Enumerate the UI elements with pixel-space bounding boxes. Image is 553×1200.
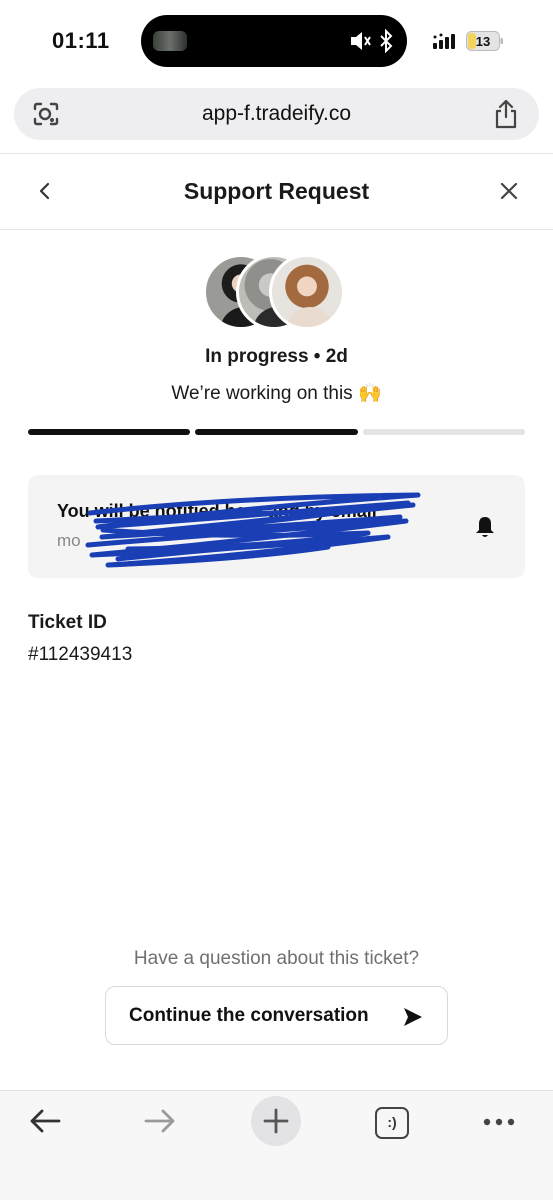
notification-notice: You will be notified here and by email m… [28,475,525,578]
close-icon[interactable] [500,182,518,200]
speaker-muted-icon [351,32,371,50]
avatar [269,254,345,330]
ticket-status-message: We’re working on this 🙌 [171,383,382,404]
plus-icon [263,1108,289,1134]
browser-toolbar: :) [0,1090,553,1200]
bluetooth-icon [380,29,393,53]
new-tab-button[interactable] [251,1096,301,1146]
redaction-scribble [85,492,421,568]
status-bar: 01:11 13 [0,0,553,86]
dynamic-island [141,15,407,67]
forward-arrow-icon[interactable] [143,1107,177,1135]
share-icon[interactable] [493,99,519,129]
continue-conversation-button[interactable]: Continue the conversation [105,986,448,1045]
more-icon[interactable] [482,1117,516,1127]
continue-conversation-label: Continue the conversation [129,1005,369,1026]
progress-segment-complete [195,429,358,435]
ticket-id-value: #112439413 [28,644,133,665]
page-title: Support Request [183,178,370,204]
page-header: Support Request [0,154,553,230]
battery-level: 13 [476,34,490,49]
ticket-status: In progress • 2d [205,346,348,367]
signal-icon [433,33,455,49]
support-team-avatars [203,254,345,330]
progress-segment-pending [363,429,525,435]
tabs-button[interactable]: :) [375,1107,409,1139]
url-text[interactable]: app-f.tradeify.co [14,102,539,126]
battery-icon: 13 [466,31,503,51]
send-icon [404,1008,422,1026]
ticket-progress [28,429,525,435]
progress-segment-complete [28,429,190,435]
status-time: 01:11 [52,28,110,53]
media-thumbnail [153,31,187,51]
conversation-prompt: Have a question about this ticket? [133,948,420,969]
address-bar[interactable]: app-f.tradeify.co [14,88,539,140]
ticket-id-label: Ticket ID [28,612,107,633]
back-arrow-icon[interactable] [28,1107,62,1135]
battery-indicator: 13 [466,31,504,51]
